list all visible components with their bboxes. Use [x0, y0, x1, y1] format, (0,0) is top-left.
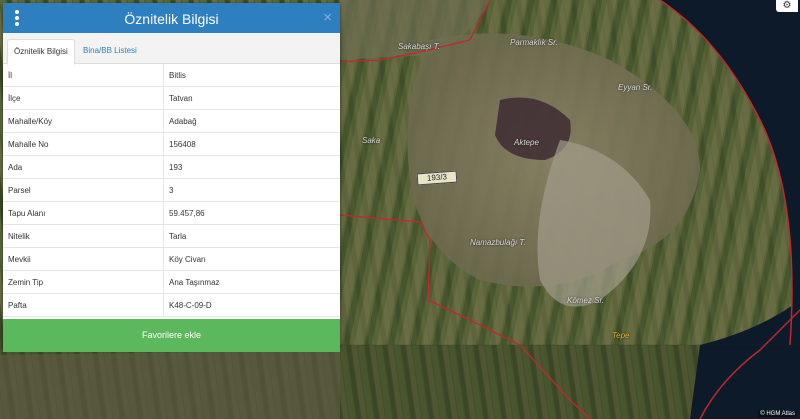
attribute-table: İl Bitlis İlçe Tatvan Mahalle/Köy Adabağ Ma…: [3, 64, 340, 317]
row-value-zemin-tip: Ana Taşınmaz: [163, 270, 340, 294]
map-label-komez: Kömez Sr.: [567, 296, 605, 305]
row-value-mahalle-no: 156408: [163, 132, 340, 156]
row-key-ada: Ada: [3, 155, 164, 179]
map-label-aktepe: Aktepe: [514, 138, 539, 147]
row-value-tapu-alani: 59.457,86: [163, 201, 340, 225]
map-label-sakabasi: Sakabaşı T.: [398, 42, 440, 51]
row-key-il: İl: [3, 64, 164, 87]
row-key-mahalle-no: Mahalle No: [3, 132, 164, 156]
row-key-zemin-tip: Zemin Tip: [3, 270, 164, 294]
map-attribution: © HGM Atlas: [758, 411, 797, 417]
table-row: Mevkii Köy Civarı: [3, 247, 340, 271]
table-row: Pafta K48-C-09-D: [3, 293, 340, 317]
table-row: Mahalle/Köy Adabağ: [3, 109, 340, 133]
table-row: Ada 193: [3, 155, 340, 179]
row-key-tapu-alani: Tapu Alanı: [3, 201, 164, 225]
row-key-ilce: İlçe: [3, 86, 164, 110]
row-key-nitelik: Nitelik: [3, 224, 164, 248]
map-label-namazbulagi: Namazbulağı T.: [470, 238, 526, 247]
map-label-eyyan: Eyyan Sr.: [618, 83, 653, 92]
panel-header: Öznitelik Bilgisi ×: [3, 3, 340, 33]
table-row: Mahalle No 156408: [3, 132, 340, 156]
row-value-parsel: 3: [163, 178, 340, 202]
table-row: Parsel 3: [3, 178, 340, 202]
table-row: Tapu Alanı 59.457,86: [3, 201, 340, 225]
row-key-parsel: Parsel: [3, 178, 164, 202]
row-key-pafta: Pafta: [3, 293, 164, 317]
map-label-saka: Saka: [362, 136, 381, 145]
add-to-favorites-button[interactable]: Favorilere ekle: [3, 319, 340, 352]
table-row: İl Bitlis: [3, 64, 340, 87]
row-value-mevkii: Köy Civarı: [163, 247, 340, 271]
panel-tabs: Öznitelik Bilgisi Bina/BB Listesi: [3, 33, 340, 65]
row-key-mahalle-koy: Mahalle/Köy: [3, 109, 164, 133]
panel-title: Öznitelik Bilgisi: [124, 11, 219, 27]
table-row: Zemin Tip Ana Taşınmaz: [3, 270, 340, 294]
row-key-mevkii: Mevkii: [3, 247, 164, 271]
close-icon[interactable]: ×: [323, 9, 332, 26]
row-value-mahalle-koy: Adabağ: [163, 109, 340, 133]
row-value-ilce: Tatvan: [163, 86, 340, 110]
gear-icon[interactable]: ⚙: [776, 0, 798, 12]
map-label-tepe: Tepe: [612, 331, 630, 340]
row-value-ada: 193: [163, 155, 340, 179]
tab-attribute-info[interactable]: Öznitelik Bilgisi: [7, 39, 75, 65]
row-value-pafta: K48-C-09-D: [163, 293, 340, 317]
tab-building-list[interactable]: Bina/BB Listesi: [77, 39, 143, 63]
row-value-il: Bitlis: [163, 64, 340, 87]
table-row: İlçe Tatvan: [3, 86, 340, 110]
table-row: Nitelik Tarla: [3, 224, 340, 248]
attribute-panel: Öznitelik Bilgisi × Öznitelik Bilgisi Bi…: [3, 3, 340, 352]
row-value-nitelik: Tarla: [163, 224, 340, 248]
map-label-parmaklik: Parmaklık Sr.: [510, 38, 558, 47]
